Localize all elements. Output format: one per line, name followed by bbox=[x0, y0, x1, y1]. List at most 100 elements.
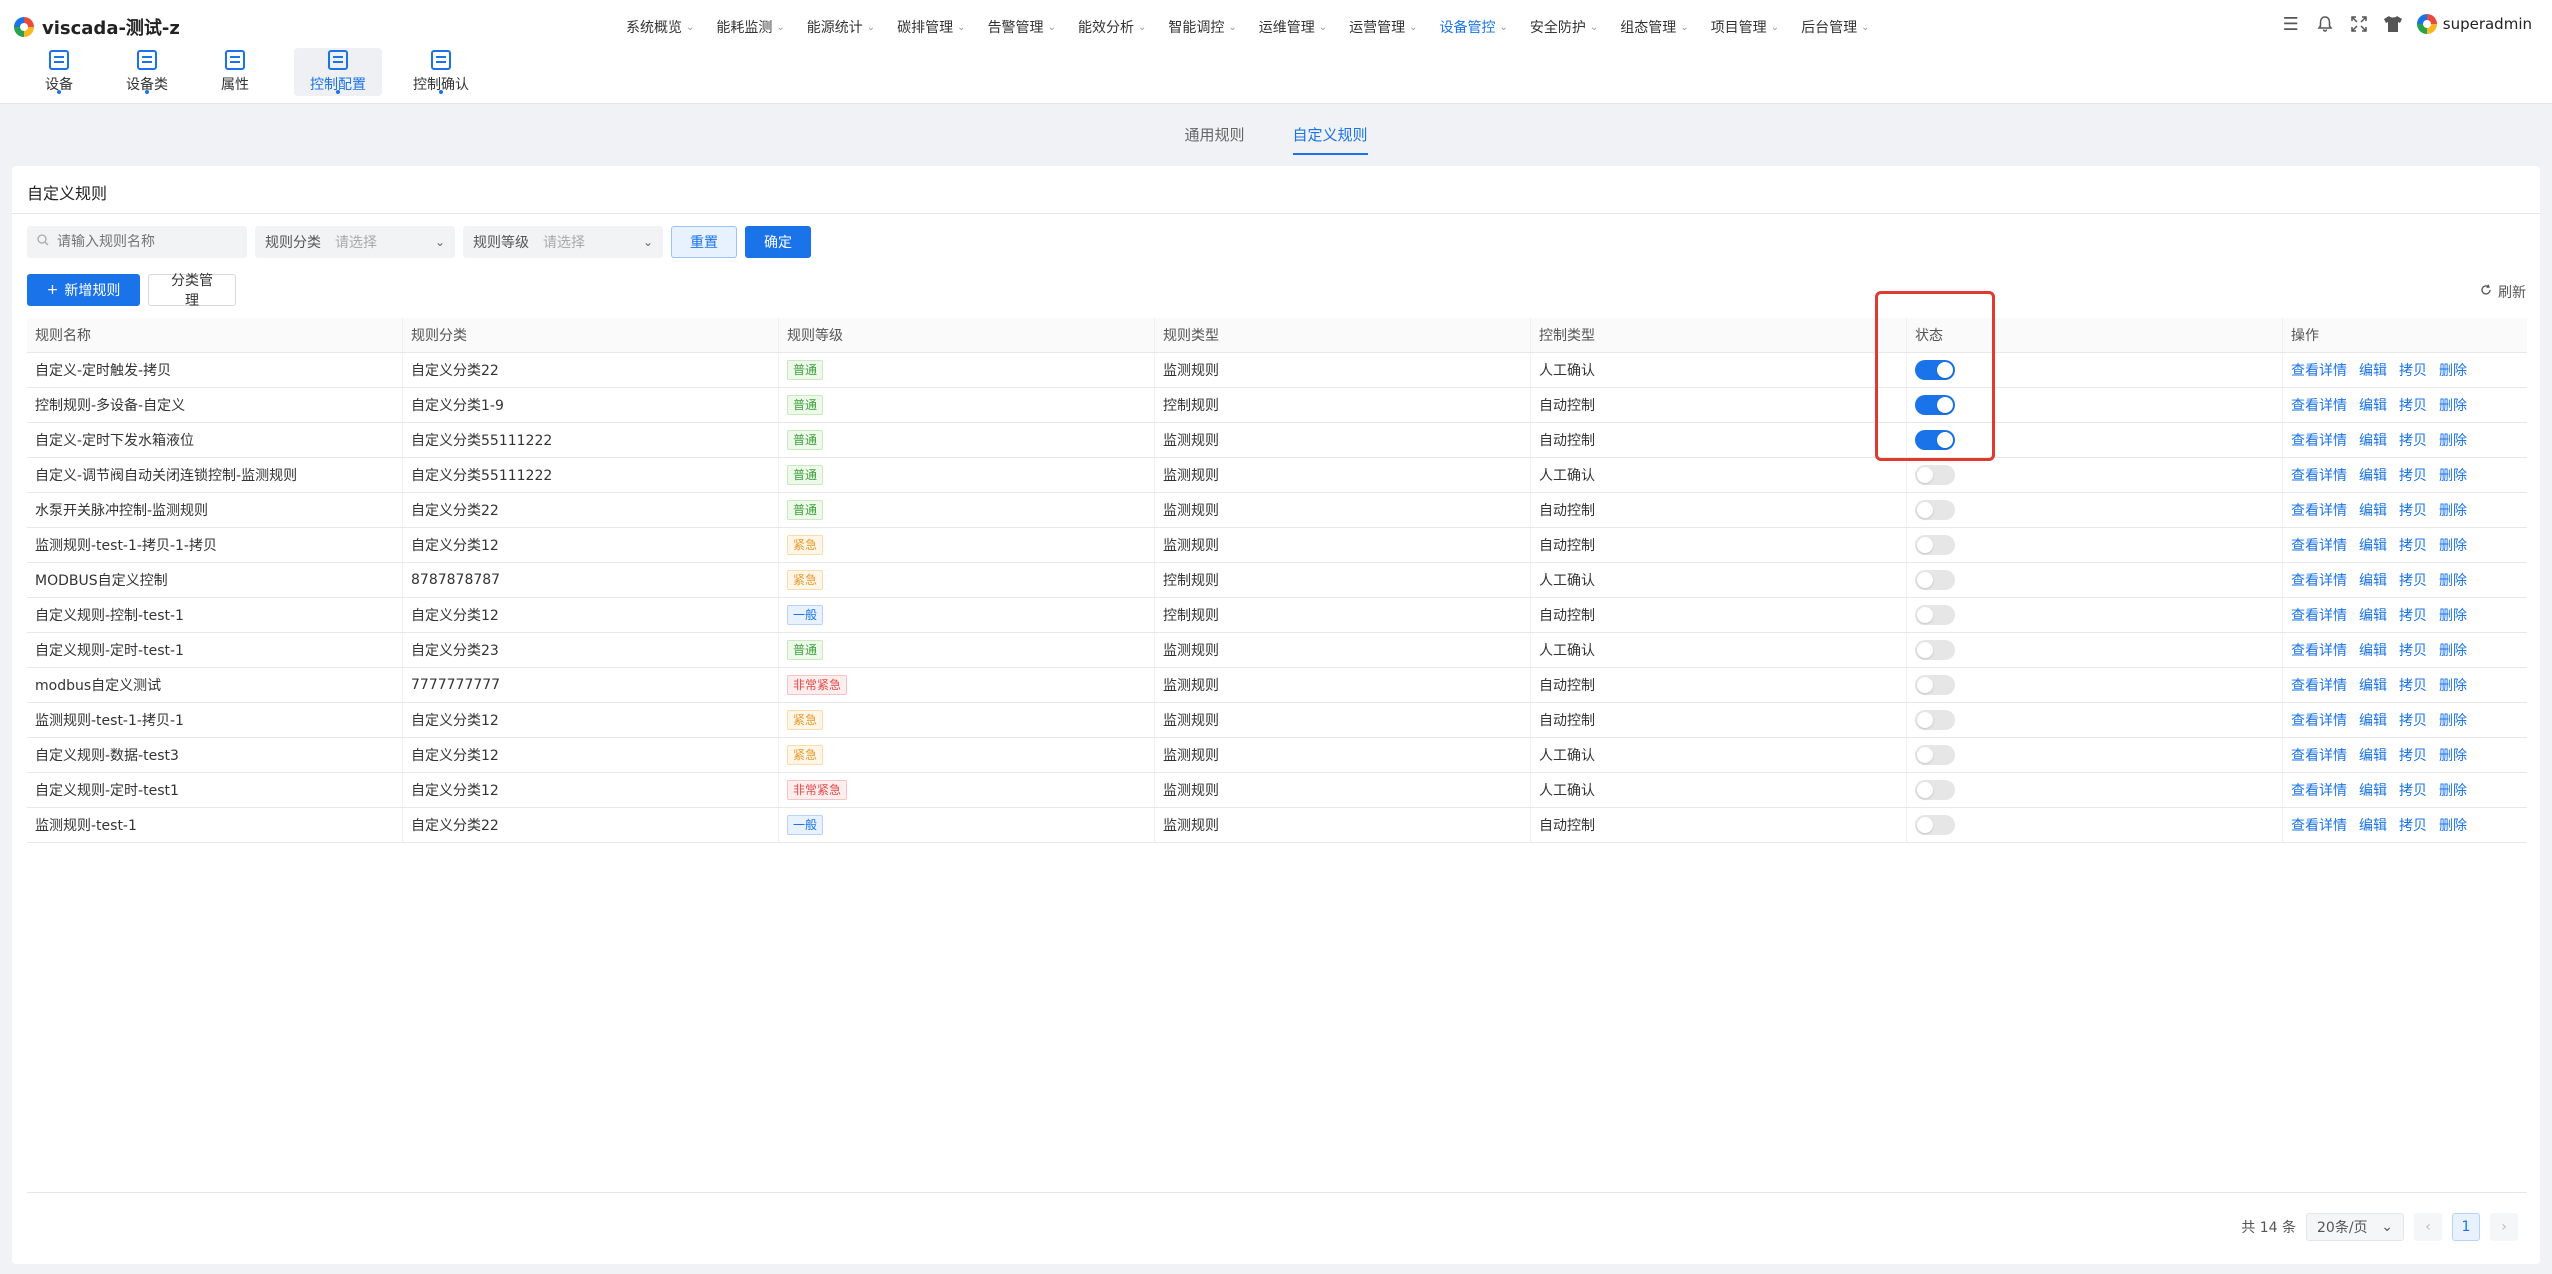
copy-link[interactable]: 拷贝 bbox=[2399, 535, 2427, 555]
sub-nav-control-config[interactable]: 控制配置 bbox=[294, 48, 382, 96]
tab-custom-rules[interactable]: 自定义规则 bbox=[1292, 124, 1368, 155]
delete-link[interactable]: 删除 bbox=[2439, 430, 2467, 450]
view-details-link[interactable]: 查看详情 bbox=[2291, 535, 2347, 555]
delete-link[interactable]: 删除 bbox=[2439, 360, 2467, 380]
nav-item[interactable]: 告警管理 ⌄ bbox=[988, 17, 1068, 37]
view-details-link[interactable]: 查看详情 bbox=[2291, 710, 2347, 730]
delete-link[interactable]: 删除 bbox=[2439, 605, 2467, 625]
nav-item[interactable]: 组态管理 ⌄ bbox=[1620, 17, 1700, 37]
shirt-icon[interactable] bbox=[2383, 14, 2403, 34]
add-rule-button[interactable]: + 新增规则 bbox=[27, 274, 140, 306]
status-toggle[interactable] bbox=[1915, 360, 1955, 380]
delete-link[interactable]: 删除 bbox=[2439, 465, 2467, 485]
nav-item[interactable]: 碳排管理 ⌄ bbox=[897, 17, 977, 37]
edit-link[interactable]: 编辑 bbox=[2359, 745, 2387, 765]
status-toggle[interactable] bbox=[1915, 745, 1955, 765]
view-details-link[interactable]: 查看详情 bbox=[2291, 675, 2347, 695]
status-toggle[interactable] bbox=[1915, 780, 1955, 800]
status-toggle[interactable] bbox=[1915, 500, 1955, 520]
rule-name-search-input[interactable] bbox=[57, 234, 227, 250]
copy-link[interactable]: 拷贝 bbox=[2399, 570, 2427, 590]
edit-link[interactable]: 编辑 bbox=[2359, 570, 2387, 590]
status-toggle[interactable] bbox=[1915, 465, 1955, 485]
delete-link[interactable]: 删除 bbox=[2439, 640, 2467, 660]
status-toggle[interactable] bbox=[1915, 605, 1955, 625]
copy-link[interactable]: 拷贝 bbox=[2399, 430, 2427, 450]
fullscreen-icon[interactable] bbox=[2349, 14, 2369, 34]
view-details-link[interactable]: 查看详情 bbox=[2291, 640, 2347, 660]
prev-page-button[interactable]: ‹ bbox=[2414, 1213, 2442, 1241]
view-details-link[interactable]: 查看详情 bbox=[2291, 500, 2347, 520]
status-toggle[interactable] bbox=[1915, 675, 1955, 695]
edit-link[interactable]: 编辑 bbox=[2359, 465, 2387, 485]
view-details-link[interactable]: 查看详情 bbox=[2291, 395, 2347, 415]
edit-link[interactable]: 编辑 bbox=[2359, 605, 2387, 625]
copy-link[interactable]: 拷贝 bbox=[2399, 465, 2427, 485]
nav-item[interactable]: 安全防护 ⌄ bbox=[1530, 17, 1610, 37]
app-logo[interactable]: viscada-测试-z bbox=[14, 14, 180, 40]
delete-link[interactable]: 删除 bbox=[2439, 675, 2467, 695]
delete-link[interactable]: 删除 bbox=[2439, 780, 2467, 800]
copy-link[interactable]: 拷贝 bbox=[2399, 360, 2427, 380]
level-select[interactable]: 规则等级 请选择 ⌄ bbox=[463, 226, 663, 258]
view-details-link[interactable]: 查看详情 bbox=[2291, 360, 2347, 380]
status-toggle[interactable] bbox=[1915, 395, 1955, 415]
edit-link[interactable]: 编辑 bbox=[2359, 710, 2387, 730]
confirm-button[interactable]: 确定 bbox=[745, 226, 811, 258]
page-number[interactable]: 1 bbox=[2452, 1213, 2480, 1241]
edit-link[interactable]: 编辑 bbox=[2359, 780, 2387, 800]
nav-item[interactable]: 能耗监测 ⌄ bbox=[716, 17, 796, 37]
status-toggle[interactable] bbox=[1915, 640, 1955, 660]
page-size-select[interactable]: 20条/页 ⌄ bbox=[2306, 1213, 2404, 1241]
copy-link[interactable]: 拷贝 bbox=[2399, 640, 2427, 660]
nav-item[interactable]: 能源统计 ⌄ bbox=[807, 17, 887, 37]
edit-link[interactable]: 编辑 bbox=[2359, 675, 2387, 695]
delete-link[interactable]: 删除 bbox=[2439, 745, 2467, 765]
edit-link[interactable]: 编辑 bbox=[2359, 500, 2387, 520]
delete-link[interactable]: 删除 bbox=[2439, 395, 2467, 415]
view-details-link[interactable]: 查看详情 bbox=[2291, 745, 2347, 765]
sub-nav-device[interactable]: 设备 bbox=[30, 48, 88, 96]
nav-item[interactable]: 智能调控 ⌄ bbox=[1168, 17, 1248, 37]
view-details-link[interactable]: 查看详情 bbox=[2291, 815, 2347, 835]
edit-link[interactable]: 编辑 bbox=[2359, 430, 2387, 450]
tab-general-rules[interactable]: 通用规则 bbox=[1184, 124, 1244, 155]
copy-link[interactable]: 拷贝 bbox=[2399, 675, 2427, 695]
view-details-link[interactable]: 查看详情 bbox=[2291, 570, 2347, 590]
nav-item[interactable]: 运维管理 ⌄ bbox=[1259, 17, 1339, 37]
nav-item[interactable]: 项目管理 ⌄ bbox=[1711, 17, 1791, 37]
delete-link[interactable]: 删除 bbox=[2439, 710, 2467, 730]
copy-link[interactable]: 拷贝 bbox=[2399, 605, 2427, 625]
delete-link[interactable]: 删除 bbox=[2439, 535, 2467, 555]
status-toggle[interactable] bbox=[1915, 430, 1955, 450]
nav-item[interactable]: 运营管理 ⌄ bbox=[1349, 17, 1429, 37]
reset-button[interactable]: 重置 bbox=[671, 226, 737, 258]
list-check-icon[interactable]: ☰ bbox=[2281, 14, 2301, 35]
copy-link[interactable]: 拷贝 bbox=[2399, 780, 2427, 800]
sub-nav-attribute[interactable]: 属性 bbox=[206, 48, 264, 96]
user-menu[interactable]: superadmin bbox=[2416, 14, 2532, 34]
status-toggle[interactable] bbox=[1915, 535, 1955, 555]
nav-item[interactable]: 后台管理 ⌄ bbox=[1801, 17, 1881, 37]
status-toggle[interactable] bbox=[1915, 815, 1955, 835]
delete-link[interactable]: 删除 bbox=[2439, 815, 2467, 835]
copy-link[interactable]: 拷贝 bbox=[2399, 745, 2427, 765]
status-toggle[interactable] bbox=[1915, 710, 1955, 730]
delete-link[interactable]: 删除 bbox=[2439, 570, 2467, 590]
bell-icon[interactable] bbox=[2315, 14, 2335, 34]
edit-link[interactable]: 编辑 bbox=[2359, 535, 2387, 555]
copy-link[interactable]: 拷贝 bbox=[2399, 395, 2427, 415]
refresh-button[interactable]: 刷新 bbox=[2480, 282, 2526, 302]
copy-link[interactable]: 拷贝 bbox=[2399, 500, 2427, 520]
view-details-link[interactable]: 查看详情 bbox=[2291, 605, 2347, 625]
edit-link[interactable]: 编辑 bbox=[2359, 395, 2387, 415]
copy-link[interactable]: 拷贝 bbox=[2399, 815, 2427, 835]
view-details-link[interactable]: 查看详情 bbox=[2291, 430, 2347, 450]
nav-item[interactable]: 能效分析 ⌄ bbox=[1078, 17, 1158, 37]
category-select[interactable]: 规则分类 请选择 ⌄ bbox=[255, 226, 455, 258]
copy-link[interactable]: 拷贝 bbox=[2399, 710, 2427, 730]
nav-item[interactable]: 系统概览 ⌄ bbox=[626, 17, 706, 37]
edit-link[interactable]: 编辑 bbox=[2359, 815, 2387, 835]
next-page-button[interactable]: › bbox=[2490, 1213, 2518, 1241]
view-details-link[interactable]: 查看详情 bbox=[2291, 780, 2347, 800]
